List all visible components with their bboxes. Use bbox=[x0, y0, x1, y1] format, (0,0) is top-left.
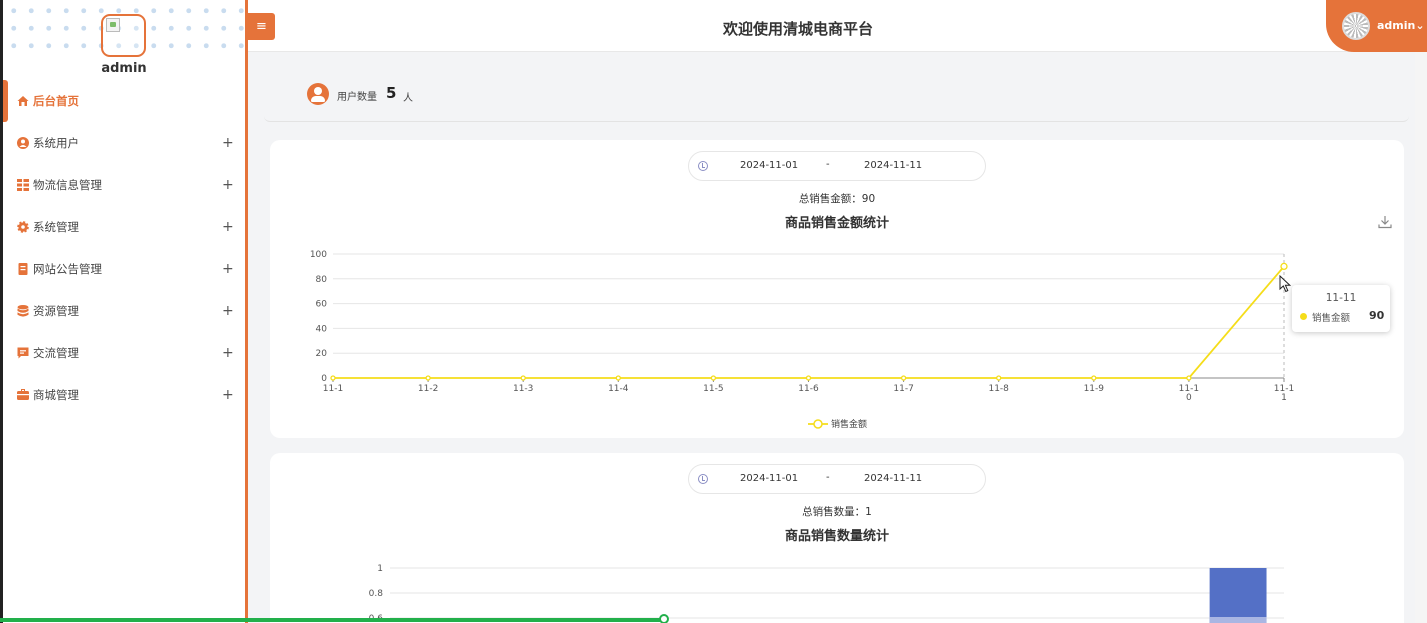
y-tick-label: 20 bbox=[316, 349, 328, 359]
grid-icon bbox=[17, 179, 29, 191]
tooltip-series-marker bbox=[1300, 313, 1307, 320]
sidebar-item-home[interactable]: 后台首页 bbox=[3, 80, 245, 122]
x-tick-label: 11-9 bbox=[1084, 384, 1105, 394]
x-tick-label: 11-3 bbox=[513, 384, 533, 394]
shop-icon bbox=[17, 389, 29, 400]
sidebar-item-communication[interactable]: 交流管理 + bbox=[3, 332, 245, 374]
x-tick-label: 1 bbox=[1281, 393, 1287, 403]
user-count-unit: 人 bbox=[403, 93, 413, 104]
sidebar-item-label: 网站公告管理 bbox=[33, 262, 102, 276]
x-tick-label: 11-5 bbox=[703, 384, 723, 394]
bar bbox=[1209, 568, 1267, 623]
y-tick-label: 0 bbox=[321, 374, 327, 384]
data-point bbox=[805, 375, 812, 381]
loading-progress-bar bbox=[0, 614, 1427, 623]
data-point bbox=[425, 375, 431, 381]
sidebar-item-announcements[interactable]: 网站公告管理 + bbox=[3, 248, 245, 290]
expand-plus-icon: + bbox=[222, 135, 234, 151]
sales-amount-line-chart: 0 20 40 60 80 100 11-1 11-2 11-3 11-4 11-5 11-6 11-7… bbox=[310, 250, 1294, 430]
y-tick-label: 80 bbox=[316, 275, 328, 285]
sidebar-item-label: 物流信息管理 bbox=[33, 178, 102, 192]
user-avatar bbox=[1342, 12, 1370, 40]
data-point bbox=[1091, 375, 1097, 381]
user-count-icon bbox=[307, 83, 329, 105]
chevron-down-icon: ⌄ bbox=[1415, 19, 1425, 32]
tooltip-value: 90 bbox=[1369, 309, 1385, 322]
tooltip-series-name: 销售金额 bbox=[1312, 313, 1351, 324]
sidebar-item-label: 后台首页 bbox=[33, 94, 79, 108]
data-point bbox=[710, 375, 717, 381]
sales-amount-card: 2024-11-01 - 2024-11-11 总销售金额：90 商品销售金额统… bbox=[270, 140, 1404, 438]
chart-tooltip: 11-11 销售金额 90 bbox=[1292, 285, 1390, 332]
data-point bbox=[1186, 375, 1192, 381]
sales-quantity-card: 2024-11-01 - 2024-11-11 总销售数量：1 商品销售数量统计… bbox=[270, 453, 1404, 623]
sidebar-item-mall[interactable]: 商城管理 + bbox=[3, 374, 245, 416]
data-point bbox=[520, 375, 526, 381]
tooltip-date: 11-11 bbox=[1325, 292, 1357, 304]
expand-plus-icon: + bbox=[222, 219, 234, 235]
progress-knob[interactable] bbox=[658, 614, 669, 623]
sidebar-item-label: 系统管理 bbox=[33, 220, 79, 234]
x-tick-label: 11-6 bbox=[798, 384, 819, 394]
expand-plus-icon: + bbox=[222, 177, 234, 193]
sidebar-item-logistics[interactable]: 物流信息管理 + bbox=[3, 164, 245, 206]
y-tick-label: 100 bbox=[310, 250, 327, 260]
home-icon bbox=[17, 96, 29, 106]
sidebar-item-label: 商城管理 bbox=[33, 388, 79, 402]
top-header: ≡ 欢迎使用清城电商平台 admin⌄ bbox=[248, 0, 1427, 52]
data-point bbox=[330, 375, 336, 381]
gear-icon bbox=[17, 221, 29, 233]
series-line bbox=[333, 265, 1285, 379]
expand-plus-icon: + bbox=[222, 387, 234, 403]
data-point bbox=[615, 375, 621, 381]
expand-plus-icon: + bbox=[222, 303, 234, 319]
stats-bar: 用户数量 5 人 bbox=[264, 70, 1409, 122]
user-count-label: 用户数量 bbox=[337, 92, 377, 103]
expand-plus-icon: + bbox=[222, 345, 234, 361]
x-tick-label: 11-8 bbox=[988, 384, 1009, 394]
page-scrollbar[interactable] bbox=[1415, 52, 1427, 623]
sidebar-item-label: 系统用户 bbox=[33, 136, 79, 150]
sidebar-item-label: 交流管理 bbox=[33, 346, 79, 360]
user-count-value: 5 bbox=[386, 84, 397, 102]
sidebar-item-resources[interactable]: 资源管理 + bbox=[3, 290, 245, 332]
data-point bbox=[996, 375, 1002, 381]
data-point bbox=[900, 375, 907, 381]
sidebar: admin 后台首页 系统用户 + 物流信息管理 + 系统管理 + 网站公告管理… bbox=[0, 0, 248, 623]
page-title: 欢迎使用清城电商平台 bbox=[722, 20, 873, 38]
legend-label: 销售金额 bbox=[831, 418, 867, 430]
sidebar-item-label: 资源管理 bbox=[33, 304, 79, 318]
x-tick-label: 0 bbox=[1186, 393, 1192, 403]
sales-quantity-bar-chart: 0.60.81 bbox=[369, 564, 1284, 623]
database-icon bbox=[17, 305, 29, 317]
y-tick-label: 60 bbox=[316, 300, 328, 310]
expand-plus-icon: + bbox=[222, 261, 234, 277]
progress-fill bbox=[0, 618, 664, 622]
sidebar-item-system-management[interactable]: 系统管理 + bbox=[3, 206, 245, 248]
y-tick-label: 40 bbox=[316, 324, 328, 334]
user-menu-button[interactable]: admin⌄ bbox=[1326, 0, 1427, 52]
chat-icon bbox=[17, 347, 29, 359]
data-point bbox=[1280, 262, 1288, 271]
user-name-text: admin bbox=[1377, 19, 1416, 32]
broken-image-icon bbox=[106, 18, 120, 32]
sidebar-avatar bbox=[101, 14, 146, 57]
x-tick-label: 11-7 bbox=[893, 384, 913, 394]
user-menu-name: admin⌄ bbox=[1377, 19, 1425, 32]
x-tick-label: 11-1 bbox=[323, 384, 343, 394]
y-tick-label: 1 bbox=[377, 564, 383, 574]
sidebar-item-system-users[interactable]: 系统用户 + bbox=[3, 122, 245, 164]
user-icon bbox=[17, 137, 29, 149]
sidebar-username: admin bbox=[101, 61, 147, 76]
legend-marker bbox=[813, 419, 823, 429]
x-tick-label: 11-2 bbox=[418, 384, 438, 394]
y-tick-label: 0.8 bbox=[369, 589, 384, 599]
notice-icon bbox=[18, 263, 28, 275]
x-tick-label: 11-4 bbox=[608, 384, 629, 394]
